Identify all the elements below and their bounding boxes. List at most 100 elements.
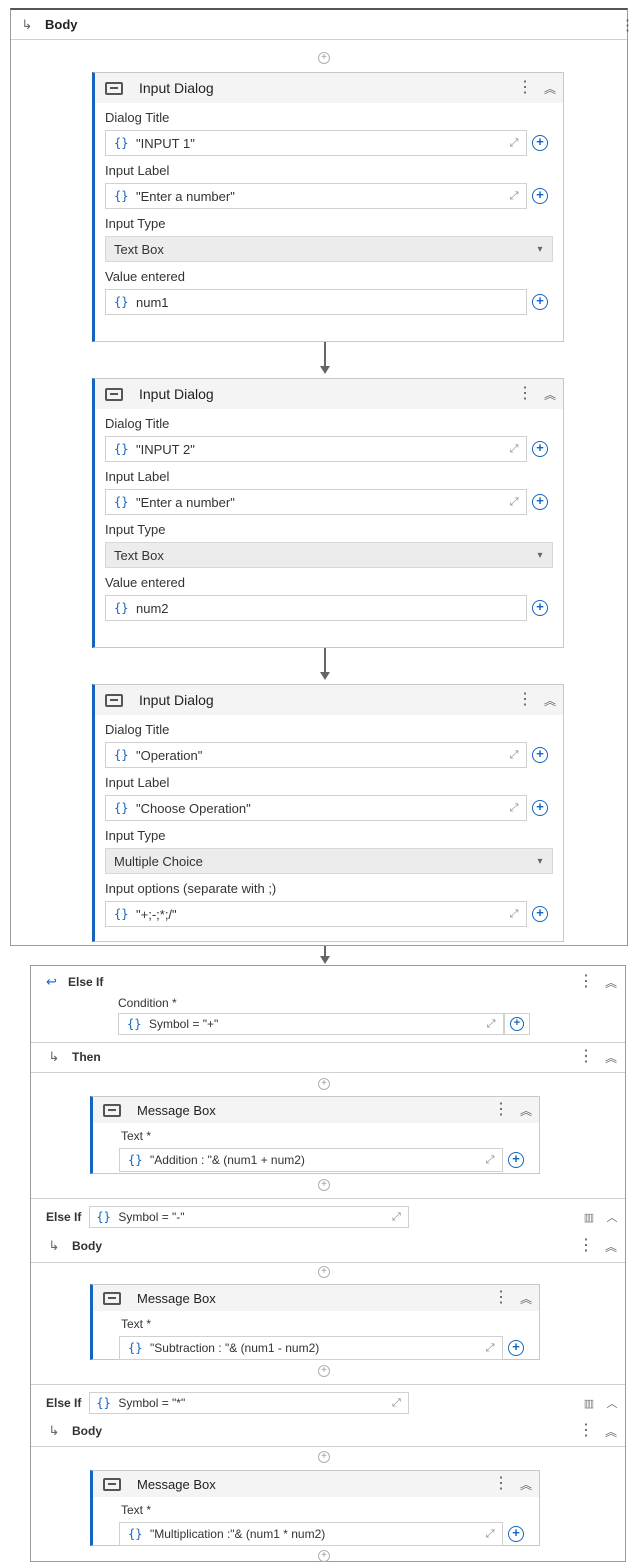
then-header[interactable]: ↳ Then ⋮ ︽ (36, 1043, 624, 1071)
dialog-title-input[interactable]: {} "Operation" ⤢ (105, 742, 527, 768)
delete-icon[interactable]: ▥ (578, 1397, 600, 1410)
add-variable-button[interactable]: + (527, 901, 553, 927)
connector-arrow-icon (320, 672, 330, 680)
text-input[interactable]: {} "Multiplication :"& (num1 * num2) ⤢ (119, 1522, 503, 1546)
more-options-icon[interactable]: ⋮ (513, 386, 537, 402)
expand-editor-icon[interactable]: ⤢ (502, 190, 526, 203)
text-input[interactable]: {} "Subtraction : "& (num1 - num2) ⤢ (119, 1336, 503, 1360)
expand-editor-icon[interactable]: ⤢ (502, 749, 526, 762)
input-dialog-card-2[interactable]: Input Dialog ⋮ ︽ Dialog Title {} "INPUT … (92, 378, 564, 648)
card-header[interactable]: Input Dialog ⋮ ︽ (95, 73, 563, 103)
add-activity-icon[interactable]: + (318, 1550, 330, 1562)
message-box-card-1[interactable]: Message Box ⋮ ︽ Text * {} "Addition : "&… (90, 1096, 540, 1174)
add-activity-icon[interactable]: + (318, 1365, 330, 1377)
else-if-row-2[interactable]: Else If {} Symbol = "-" ⤢ ▥ ︿ (36, 1203, 624, 1231)
collapse-icon[interactable]: ︽ (513, 1102, 539, 1119)
add-variable-button[interactable]: + (527, 183, 553, 209)
card-header[interactable]: Message Box ⋮ ︽ (93, 1285, 539, 1311)
expand-editor-icon[interactable]: ⤢ (384, 1397, 408, 1410)
condition-input[interactable]: {} Symbol = "+" ⤢ (118, 1013, 504, 1035)
expand-editor-icon[interactable]: ⤢ (478, 1342, 502, 1355)
expand-editor-icon[interactable]: ⤢ (479, 1018, 503, 1031)
more-options-icon[interactable]: ⋮ (574, 1049, 598, 1065)
collapse-icon[interactable]: ︽ (598, 1238, 624, 1255)
card-header[interactable]: Input Dialog ⋮ ︽ (95, 379, 563, 409)
more-options-icon[interactable]: ⋮ (574, 974, 598, 990)
caret-up-icon[interactable]: ︿ (600, 1209, 624, 1225)
add-activity-icon[interactable]: + (318, 1179, 330, 1191)
more-options-icon[interactable]: ⋮ (513, 80, 537, 96)
more-options-icon[interactable]: ⋮ (489, 1476, 513, 1492)
input-options-input[interactable]: {} "+;-;*;/" ⤢ (105, 901, 527, 927)
expand-editor-icon[interactable]: ⤢ (384, 1211, 408, 1224)
body-header-2[interactable]: ↳ Body ⋮ ︽ (36, 1232, 624, 1260)
add-variable-button[interactable]: + (527, 595, 553, 621)
expand-editor-icon[interactable]: ⤢ (502, 908, 526, 921)
input-dialog-card-1[interactable]: Input Dialog ⋮ ︽ Dialog Title {} "INPUT … (92, 72, 564, 342)
add-variable-button[interactable]: + (503, 1335, 529, 1361)
panel-kebab-icon[interactable]: ⋮ (620, 16, 630, 34)
more-options-icon[interactable]: ⋮ (574, 1423, 598, 1439)
collapse-icon[interactable]: ︽ (513, 1290, 539, 1307)
body-header[interactable]: ↳ Body (11, 10, 627, 40)
body-arrow-icon: ↳ (21, 16, 33, 32)
else-if-condition-input[interactable]: {} Symbol = "*" ⤢ (89, 1392, 410, 1414)
expand-editor-icon[interactable]: ⤢ (478, 1154, 502, 1167)
message-box-card-2[interactable]: Message Box ⋮ ︽ Text * {} "Subtraction :… (90, 1284, 540, 1360)
message-box-card-3[interactable]: Message Box ⋮ ︽ Text * {} "Multiplicatio… (90, 1470, 540, 1546)
more-options-icon[interactable]: ⋮ (513, 692, 537, 708)
input-type-select[interactable]: Text Box ▾ (105, 236, 553, 262)
add-activity-icon[interactable]: + (318, 1451, 330, 1463)
collapse-icon[interactable]: ︽ (598, 974, 624, 991)
add-variable-button[interactable]: + (527, 436, 553, 462)
add-variable-button[interactable]: + (504, 1013, 530, 1035)
message-box-icon (103, 1291, 121, 1305)
connector-line (324, 648, 326, 672)
collapse-icon[interactable]: ︽ (598, 1423, 624, 1440)
dialog-title-input[interactable]: {} "INPUT 1" ⤢ (105, 130, 527, 156)
input-type-select[interactable]: Multiple Choice ▾ (105, 848, 553, 874)
input-label-input[interactable]: {} "Enter a number" ⤢ (105, 489, 527, 515)
collapse-icon[interactable]: ︽ (513, 1476, 539, 1493)
expand-editor-icon[interactable]: ⤢ (478, 1528, 502, 1541)
expand-editor-icon[interactable]: ⤢ (502, 443, 526, 456)
delete-icon[interactable]: ▥ (578, 1211, 600, 1224)
else-if-header[interactable]: ↩ Else If ⋮ ︽ (36, 968, 624, 996)
dialog-title-input[interactable]: {} "INPUT 2" ⤢ (105, 436, 527, 462)
collapse-icon[interactable]: ︽ (537, 80, 563, 97)
input-dialog-card-3[interactable]: Input Dialog ⋮ ︽ Dialog Title {} "Operat… (92, 684, 564, 942)
value-entered-input[interactable]: {} num2 (105, 595, 527, 621)
more-options-icon[interactable]: ⋮ (489, 1102, 513, 1118)
add-variable-button[interactable]: + (527, 289, 553, 315)
text-input[interactable]: {} "Addition : "& (num1 + num2) ⤢ (119, 1148, 503, 1172)
add-variable-button[interactable]: + (527, 742, 553, 768)
expand-editor-icon[interactable]: ⤢ (502, 802, 526, 815)
else-if-row-3[interactable]: Else If {} Symbol = "*" ⤢ ▥ ︿ (36, 1389, 624, 1417)
more-options-icon[interactable]: ⋮ (574, 1238, 598, 1254)
more-options-icon[interactable]: ⋮ (489, 1290, 513, 1306)
card-header[interactable]: Message Box ⋮ ︽ (93, 1097, 539, 1123)
input-label-input[interactable]: {} "Choose Operation" ⤢ (105, 795, 527, 821)
add-variable-button[interactable]: + (503, 1147, 529, 1173)
card-header[interactable]: Message Box ⋮ ︽ (93, 1471, 539, 1497)
add-variable-button[interactable]: + (527, 795, 553, 821)
value-entered-input[interactable]: {} num1 (105, 289, 527, 315)
collapse-icon[interactable]: ︽ (537, 386, 563, 403)
chevron-down-icon: ▾ (537, 855, 543, 867)
input-type-select[interactable]: Text Box ▾ (105, 542, 553, 568)
add-activity-icon[interactable]: + (318, 52, 330, 64)
expand-editor-icon[interactable]: ⤢ (502, 137, 526, 150)
add-activity-icon[interactable]: + (318, 1266, 330, 1278)
add-variable-button[interactable]: + (527, 130, 553, 156)
collapse-icon[interactable]: ︽ (598, 1049, 624, 1066)
add-variable-button[interactable]: + (527, 489, 553, 515)
caret-up-icon[interactable]: ︿ (600, 1395, 624, 1411)
collapse-icon[interactable]: ︽ (537, 692, 563, 709)
expand-editor-icon[interactable]: ⤢ (502, 496, 526, 509)
add-variable-button[interactable]: + (503, 1521, 529, 1547)
card-header[interactable]: Input Dialog ⋮ ︽ (95, 685, 563, 715)
input-label-input[interactable]: {} "Enter a number" ⤢ (105, 183, 527, 209)
add-activity-icon[interactable]: + (318, 1078, 330, 1090)
else-if-condition-input[interactable]: {} Symbol = "-" ⤢ (89, 1206, 410, 1228)
body-header-3[interactable]: ↳ Body ⋮ ︽ (36, 1417, 624, 1445)
